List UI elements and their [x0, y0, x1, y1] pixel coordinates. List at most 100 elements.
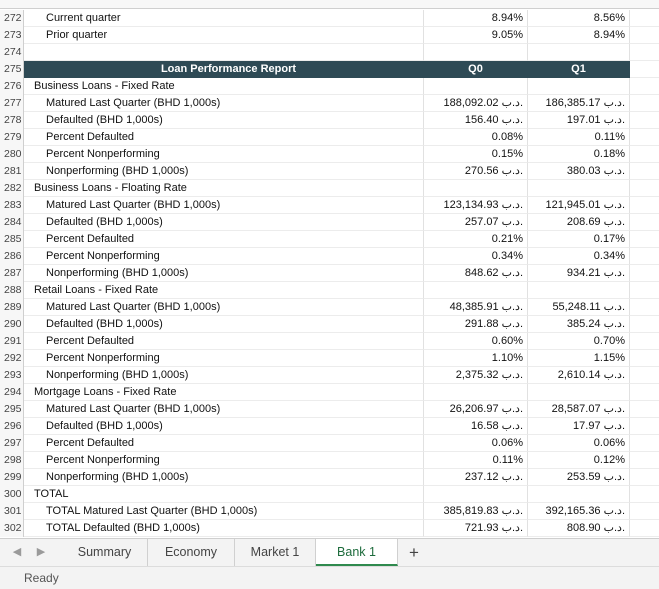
value-cell-q1[interactable]: 1.15%: [528, 350, 630, 367]
value-cell-q1[interactable]: 934.21 د.ب.: [528, 265, 630, 282]
label-cell[interactable]: Retail Loans - Fixed Rate: [24, 282, 424, 299]
label-cell[interactable]: Percent Nonperforming: [24, 452, 424, 469]
value-cell-q1[interactable]: 17.97 د.ب.: [528, 418, 630, 435]
value-cell-q0[interactable]: 385,819.83 د.ب.: [424, 503, 528, 520]
empty-cell[interactable]: [630, 316, 659, 333]
value-cell-q1[interactable]: 253.59 د.ب.: [528, 469, 630, 486]
value-cell-q0[interactable]: 1.10%: [424, 350, 528, 367]
value-cell-q0[interactable]: 0.08%: [424, 129, 528, 146]
value-cell-q0[interactable]: 0.34%: [424, 248, 528, 265]
row-number[interactable]: 298: [0, 452, 24, 469]
row-number[interactable]: 273: [0, 27, 24, 44]
value-cell-q1[interactable]: 0.34%: [528, 248, 630, 265]
value-cell-q1[interactable]: 208.69 د.ب.: [528, 214, 630, 231]
label-cell[interactable]: Nonperforming (BHD 1,000s): [24, 163, 424, 180]
value-cell-q1[interactable]: 380.03 د.ب.: [528, 163, 630, 180]
row-number[interactable]: 295: [0, 401, 24, 418]
value-cell-q1[interactable]: [528, 282, 630, 299]
row-number[interactable]: 284: [0, 214, 24, 231]
value-cell-q0[interactable]: 0.06%: [424, 435, 528, 452]
value-cell-q1[interactable]: [528, 44, 630, 61]
label-cell[interactable]: Percent Nonperforming: [24, 146, 424, 163]
empty-cell[interactable]: [630, 27, 659, 44]
label-cell[interactable]: Defaulted (BHD 1,000s): [24, 214, 424, 231]
value-cell-q0[interactable]: [424, 78, 528, 95]
row-number[interactable]: 297: [0, 435, 24, 452]
label-cell[interactable]: Matured Last Quarter (BHD 1,000s): [24, 401, 424, 418]
empty-cell[interactable]: [630, 129, 659, 146]
empty-cell[interactable]: [630, 282, 659, 299]
row-number[interactable]: 296: [0, 418, 24, 435]
row-number[interactable]: 294: [0, 384, 24, 401]
sheet-tab[interactable]: Economy: [148, 539, 235, 566]
label-cell[interactable]: Business Loans - Floating Rate: [24, 180, 424, 197]
row-number[interactable]: 300: [0, 486, 24, 503]
empty-cell[interactable]: [630, 231, 659, 248]
row-number[interactable]: 276: [0, 78, 24, 95]
value-cell-q1[interactable]: 385.24 د.ب.: [528, 316, 630, 333]
empty-cell[interactable]: [630, 61, 659, 78]
label-cell[interactable]: Mortgage Loans - Fixed Rate: [24, 384, 424, 401]
label-cell[interactable]: Nonperforming (BHD 1,000s): [24, 469, 424, 486]
value-cell-q0[interactable]: 270.56 د.ب.: [424, 163, 528, 180]
label-cell[interactable]: Matured Last Quarter (BHD 1,000s): [24, 299, 424, 316]
row-number[interactable]: 285: [0, 231, 24, 248]
value-cell-q0[interactable]: 0.60%: [424, 333, 528, 350]
value-cell-q1[interactable]: 808.90 د.ب.: [528, 520, 630, 537]
value-cell-q0[interactable]: 9.05%: [424, 27, 528, 44]
label-cell[interactable]: Current quarter: [24, 10, 424, 27]
empty-cell[interactable]: [630, 197, 659, 214]
value-cell-q0[interactable]: 156.40 د.ب.: [424, 112, 528, 129]
value-cell-q0[interactable]: 0.11%: [424, 452, 528, 469]
value-cell-q1[interactable]: 0.18%: [528, 146, 630, 163]
empty-cell[interactable]: [630, 503, 659, 520]
label-cell[interactable]: Defaulted (BHD 1,000s): [24, 418, 424, 435]
row-number[interactable]: 287: [0, 265, 24, 282]
label-cell[interactable]: Matured Last Quarter (BHD 1,000s): [24, 95, 424, 112]
value-cell-q1[interactable]: 392,165.36 د.ب.: [528, 503, 630, 520]
row-number[interactable]: 299: [0, 469, 24, 486]
row-number[interactable]: 293: [0, 367, 24, 384]
value-cell-q1[interactable]: 0.11%: [528, 129, 630, 146]
empty-cell[interactable]: [630, 180, 659, 197]
label-cell[interactable]: TOTAL Defaulted (BHD 1,000s): [24, 520, 424, 537]
row-number[interactable]: 288: [0, 282, 24, 299]
value-cell-q0[interactable]: [424, 282, 528, 299]
value-cell-q0[interactable]: 26,206.97 د.ب.: [424, 401, 528, 418]
label-cell[interactable]: Percent Nonperforming: [24, 350, 424, 367]
row-number[interactable]: 274: [0, 44, 24, 61]
value-cell-q0[interactable]: [424, 180, 528, 197]
value-cell-q0[interactable]: 257.07 د.ب.: [424, 214, 528, 231]
label-cell[interactable]: Prior quarter: [24, 27, 424, 44]
value-cell-q0[interactable]: [424, 486, 528, 503]
value-cell-q1[interactable]: 0.70%: [528, 333, 630, 350]
row-number[interactable]: 278: [0, 112, 24, 129]
value-cell-q1[interactable]: 197.01 د.ب.: [528, 112, 630, 129]
sheet-tab[interactable]: Market 1: [235, 539, 316, 566]
value-cell-q0[interactable]: [424, 384, 528, 401]
label-cell[interactable]: Percent Nonperforming: [24, 248, 424, 265]
row-number[interactable]: 279: [0, 129, 24, 146]
row-number[interactable]: 280: [0, 146, 24, 163]
next-sheet-icon[interactable]: ▶: [35, 546, 47, 558]
empty-cell[interactable]: [630, 333, 659, 350]
row-number[interactable]: 281: [0, 163, 24, 180]
empty-cell[interactable]: [630, 299, 659, 316]
label-cell[interactable]: Nonperforming (BHD 1,000s): [24, 367, 424, 384]
value-cell-q1[interactable]: 8.56%: [528, 10, 630, 27]
empty-cell[interactable]: [630, 384, 659, 401]
row-number[interactable]: 282: [0, 180, 24, 197]
column-header-q0[interactable]: Q0: [424, 61, 528, 78]
empty-cell[interactable]: [630, 452, 659, 469]
label-cell[interactable]: Percent Defaulted: [24, 333, 424, 350]
empty-cell[interactable]: [630, 265, 659, 282]
value-cell-q1[interactable]: 0.12%: [528, 452, 630, 469]
value-cell-q0[interactable]: 0.15%: [424, 146, 528, 163]
empty-cell[interactable]: [630, 95, 659, 112]
empty-cell[interactable]: [630, 214, 659, 231]
value-cell-q0[interactable]: 16.58 د.ب.: [424, 418, 528, 435]
value-cell-q0[interactable]: [424, 44, 528, 61]
value-cell-q1[interactable]: [528, 486, 630, 503]
row-number[interactable]: 286: [0, 248, 24, 265]
value-cell-q1[interactable]: 121,945.01 د.ب.: [528, 197, 630, 214]
